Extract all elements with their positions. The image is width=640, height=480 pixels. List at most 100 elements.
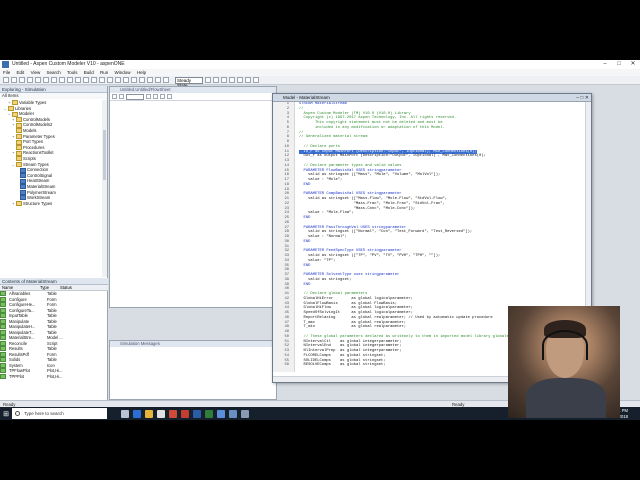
tree-item-label: Variable Types bbox=[19, 100, 47, 105]
print-icon[interactable] bbox=[27, 77, 33, 83]
menu-tools[interactable]: Tools bbox=[67, 70, 78, 75]
plot-icon[interactable] bbox=[139, 77, 145, 83]
col-status[interactable]: Status bbox=[58, 285, 88, 290]
new-icon[interactable] bbox=[3, 77, 9, 83]
edge-icon[interactable] bbox=[133, 409, 141, 418]
item-icon bbox=[0, 329, 6, 335]
menu-view[interactable]: View bbox=[31, 70, 41, 75]
model-editor-controls[interactable]: – □ ✕ bbox=[576, 94, 589, 102]
help-icon[interactable] bbox=[83, 77, 89, 83]
tree-item-label: Libraries bbox=[15, 105, 32, 111]
menu-help[interactable]: Help bbox=[137, 70, 146, 75]
snapshot-icon[interactable] bbox=[237, 77, 243, 83]
align-icon[interactable] bbox=[160, 94, 165, 99]
taskbar-search-placeholder: Type here to search bbox=[24, 411, 64, 416]
powerpoint-icon[interactable] bbox=[181, 409, 189, 418]
menu-window[interactable]: Window bbox=[115, 70, 131, 75]
tree-item-label: ControlModels bbox=[23, 116, 50, 122]
aspen-modeler-icon[interactable] bbox=[229, 409, 237, 418]
code-text: RESOLVEComps as global stringset; bbox=[299, 363, 386, 368]
bold-icon[interactable] bbox=[153, 94, 158, 99]
taskbar-search[interactable]: Type here to search bbox=[12, 408, 107, 419]
copy-icon[interactable] bbox=[43, 77, 49, 83]
item-icon bbox=[0, 318, 6, 324]
model-icon[interactable] bbox=[107, 77, 113, 83]
maximize-button[interactable]: □ bbox=[612, 60, 626, 69]
menu-search[interactable]: Search bbox=[47, 70, 61, 75]
app-icon-extra[interactable] bbox=[241, 409, 249, 418]
script-icon[interactable] bbox=[147, 77, 153, 83]
run-icon[interactable] bbox=[205, 77, 211, 83]
folder-icon bbox=[16, 128, 22, 134]
step-icon[interactable] bbox=[213, 77, 219, 83]
folder-icon bbox=[16, 150, 22, 156]
contents-type: Plot,Hi... bbox=[47, 373, 63, 379]
run-mode-select[interactable]: Steady State bbox=[175, 76, 203, 88]
check-icon[interactable] bbox=[245, 77, 251, 83]
chrome-icon[interactable] bbox=[169, 409, 177, 418]
variable-icon[interactable] bbox=[163, 77, 169, 83]
spec-icon[interactable] bbox=[155, 77, 161, 83]
tree-item[interactable]: + Structure Types bbox=[0, 201, 102, 207]
col-name[interactable]: Name bbox=[0, 285, 38, 290]
layout-icon[interactable] bbox=[167, 94, 172, 99]
undo-icon[interactable] bbox=[59, 77, 65, 83]
explorer-icon[interactable] bbox=[91, 77, 97, 83]
close-button[interactable]: ✕ bbox=[626, 60, 640, 69]
library-icon[interactable] bbox=[99, 77, 105, 83]
paste-icon[interactable] bbox=[51, 77, 57, 83]
zoom-icon[interactable] bbox=[119, 94, 124, 99]
restart-icon[interactable] bbox=[229, 77, 235, 83]
tree-item-label: ReactionsToolkit bbox=[23, 150, 54, 156]
contents-status bbox=[65, 374, 95, 380]
stream-type-icon bbox=[20, 167, 26, 173]
item-icon bbox=[0, 335, 6, 340]
pointer-icon[interactable] bbox=[112, 94, 117, 99]
pause-icon[interactable] bbox=[221, 77, 227, 83]
explorer-scrollbar[interactable] bbox=[102, 100, 107, 277]
item-icon bbox=[0, 373, 6, 379]
minimize-button[interactable]: – bbox=[598, 60, 612, 69]
file-explorer-icon[interactable] bbox=[145, 409, 153, 418]
explorer-root[interactable]: All Items bbox=[0, 93, 107, 99]
excel-icon[interactable] bbox=[205, 409, 213, 418]
scrollbar-thumb[interactable] bbox=[103, 130, 106, 180]
stream-icon[interactable] bbox=[123, 77, 129, 83]
windows-start-icon[interactable]: ⊞ bbox=[0, 407, 12, 420]
item-icon bbox=[0, 296, 6, 302]
webcam-overlay bbox=[508, 306, 620, 418]
save-icon[interactable] bbox=[19, 77, 25, 83]
tree-item-label: Modeler bbox=[19, 111, 35, 117]
flowsheet-icon[interactable] bbox=[115, 77, 121, 83]
tree-item-label: Parameter Types bbox=[23, 133, 55, 139]
stream-type-icon bbox=[20, 184, 26, 190]
tree-item-label: Models bbox=[23, 127, 37, 133]
contents-list: AllVariables Table Configure Form ConfigureH… bbox=[0, 291, 108, 379]
main-toolbar: Steady State bbox=[0, 76, 640, 88]
folder-icon bbox=[16, 201, 22, 207]
menu-edit[interactable]: Edit bbox=[17, 70, 25, 75]
menu-build[interactable]: Build bbox=[84, 70, 94, 75]
font-icon[interactable] bbox=[146, 94, 151, 99]
store-icon[interactable] bbox=[157, 409, 165, 418]
item-icon bbox=[0, 346, 6, 351]
contents-row[interactable]: TPPPlot Plot,Hi... bbox=[0, 373, 108, 380]
col-type[interactable]: Type bbox=[38, 285, 58, 290]
aspen-icon[interactable] bbox=[217, 409, 225, 418]
task-view-icon[interactable] bbox=[121, 409, 129, 418]
tree-item-label: Port Types bbox=[23, 139, 43, 145]
menu-file[interactable]: File bbox=[3, 70, 10, 75]
menu-run[interactable]: Run bbox=[100, 70, 108, 75]
diagnostics-icon[interactable] bbox=[253, 77, 259, 83]
simulation-messages-window: Simulation Messages bbox=[109, 340, 277, 400]
table-icon[interactable] bbox=[131, 77, 137, 83]
word-icon[interactable] bbox=[193, 409, 201, 418]
zoom-select[interactable] bbox=[126, 93, 144, 100]
menu-bar: File Edit View Search Tools Build Run Wi… bbox=[0, 69, 640, 76]
find-icon[interactable] bbox=[75, 77, 81, 83]
tree-item-label: Stream Types bbox=[23, 161, 49, 167]
redo-icon[interactable] bbox=[67, 77, 73, 83]
contents-title: Contents of MaterialStream bbox=[0, 278, 108, 285]
cut-icon[interactable] bbox=[35, 77, 41, 83]
open-icon[interactable] bbox=[11, 77, 17, 83]
